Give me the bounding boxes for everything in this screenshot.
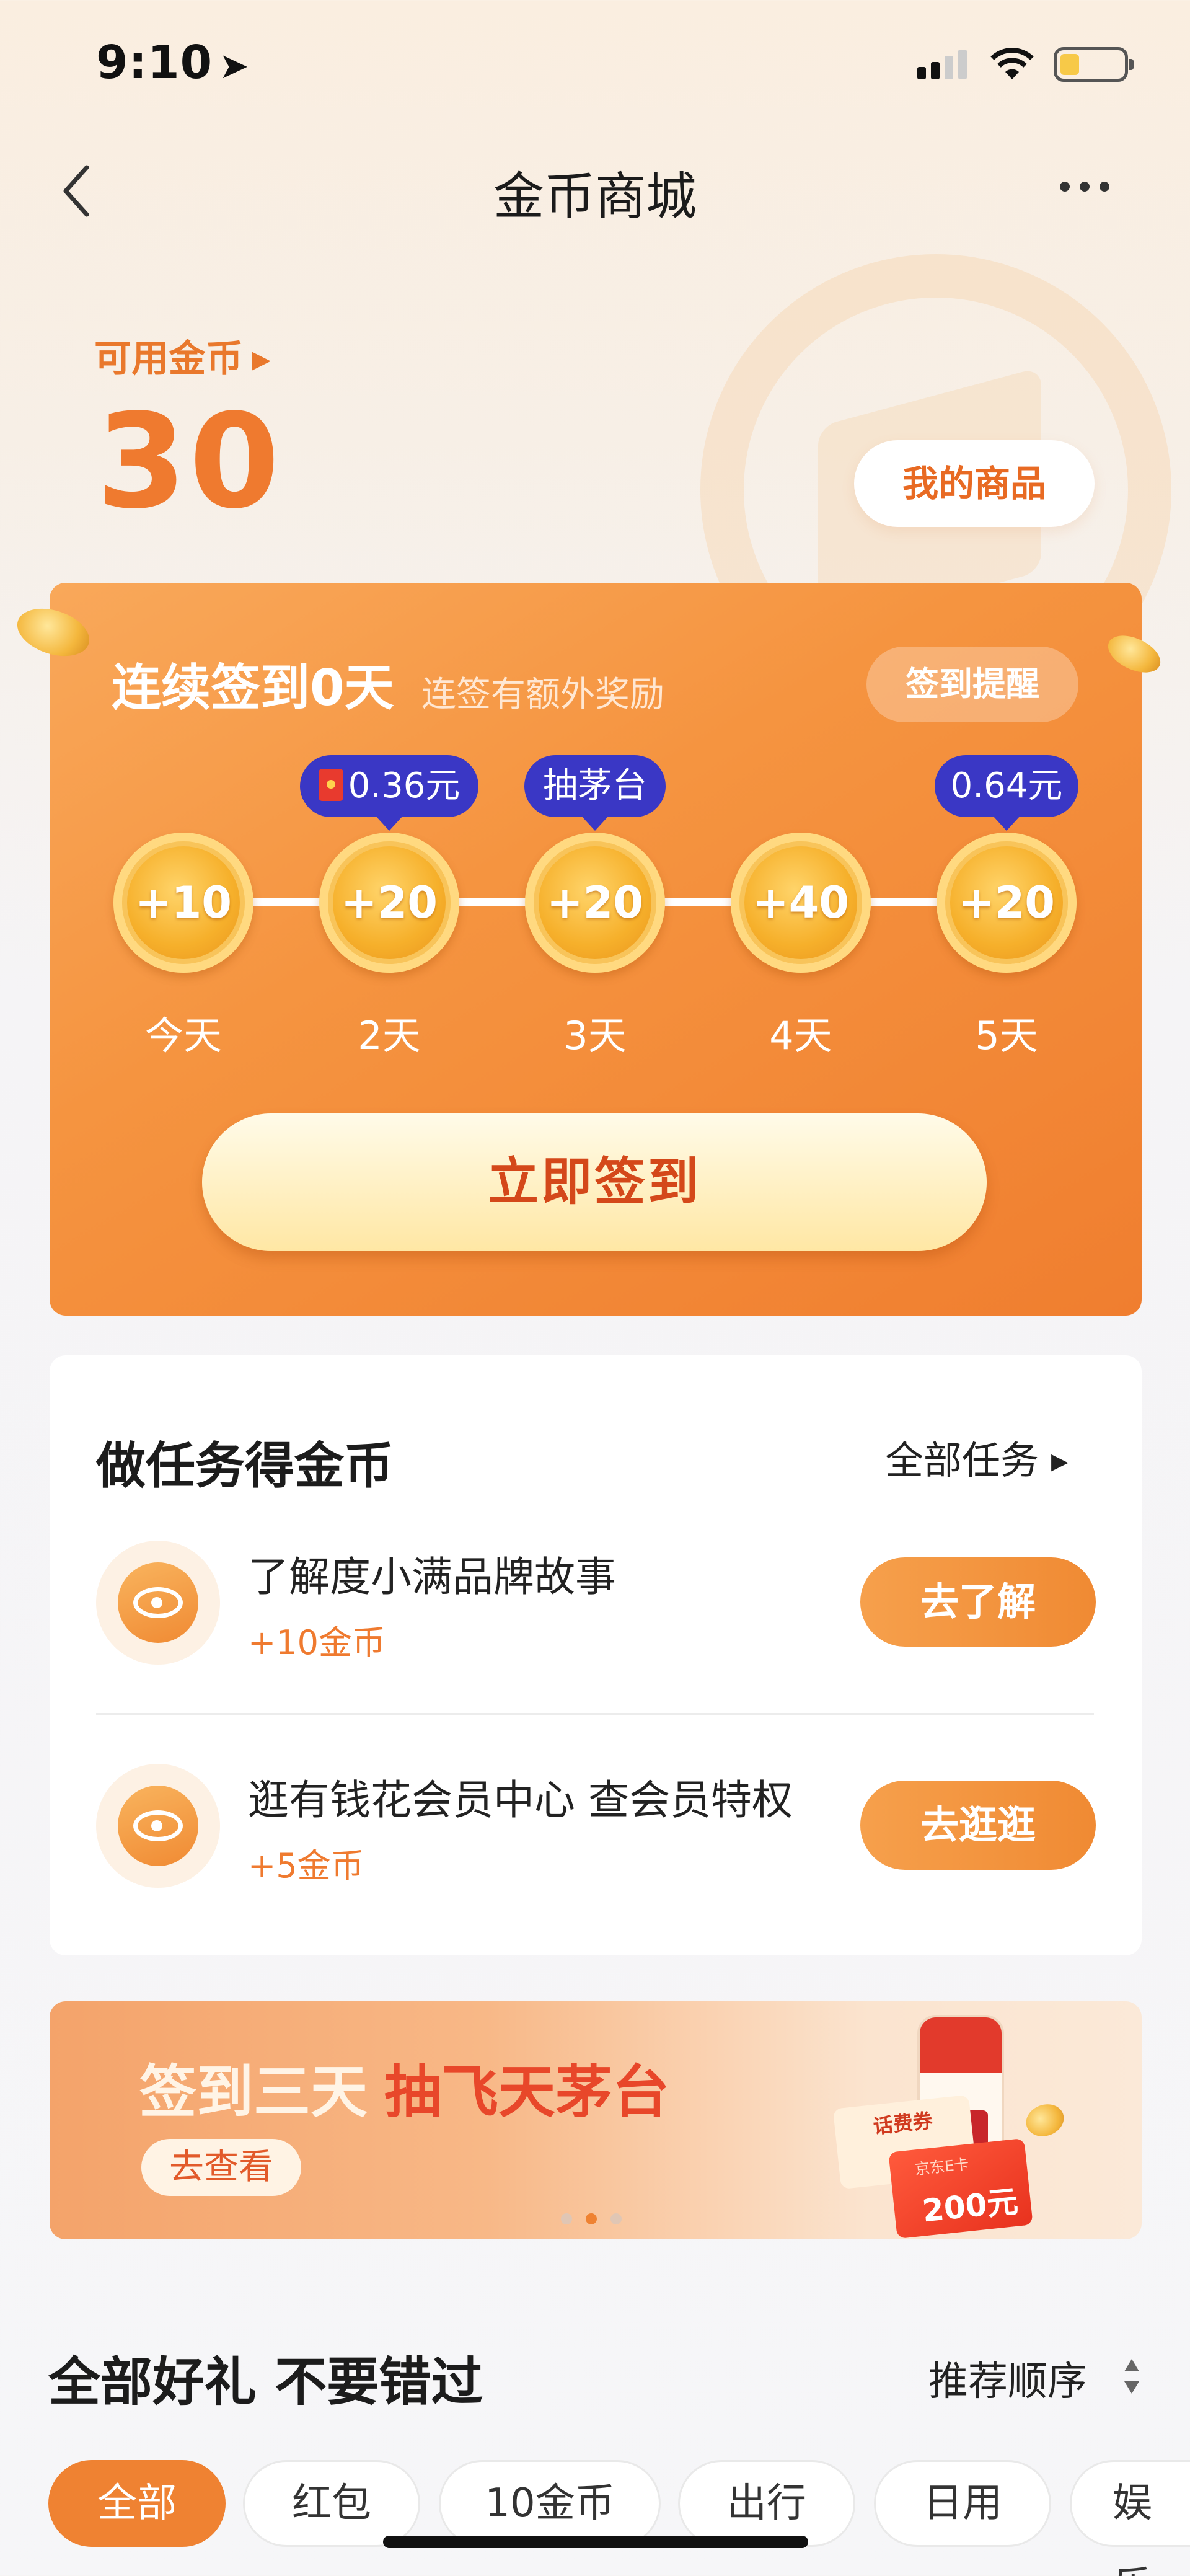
status-time: 9:10 ➤	[96, 36, 250, 89]
triangle-right-icon: ▶	[1051, 1449, 1069, 1474]
day-label: 4天	[769, 1013, 832, 1058]
category-chip-red-packet[interactable]: 红包	[243, 2460, 420, 2547]
eye-icon	[133, 1810, 183, 1841]
task-section-title: 做任务得金币	[96, 1437, 394, 1495]
location-arrow-icon: ➤	[219, 45, 250, 87]
category-chip-10-coins[interactable]: 10金币	[439, 2460, 661, 2547]
coin-balance: 30	[96, 386, 283, 538]
checkin-subtitle: 连签有额外奖励	[421, 675, 664, 715]
triangle-right-icon: ▶	[252, 345, 271, 374]
task-icon	[96, 1764, 220, 1888]
task-button-browse[interactable]: 去逛逛	[860, 1781, 1096, 1870]
category-chip-entertainment[interactable]: 娱乐	[1070, 2460, 1190, 2576]
task-icon	[96, 1541, 220, 1665]
sort-icon[interactable]	[1123, 2359, 1142, 2394]
banner-highlight: 抽飞天茅台	[384, 2059, 670, 2125]
gifts-section-title: 全部好礼 不要错过	[48, 2352, 483, 2412]
home-indicator	[383, 2536, 808, 2548]
red-packet-icon	[318, 769, 343, 801]
task-reward: +5金币	[248, 1846, 364, 1885]
reward-bubble: 0.64元	[935, 755, 1078, 831]
checkin-reminder-button[interactable]: 签到提醒	[866, 647, 1078, 722]
eye-icon	[133, 1587, 183, 1618]
day-coin: +40	[731, 833, 871, 973]
day-coin: +10	[113, 833, 253, 973]
banner-pagination	[561, 2213, 629, 2226]
all-tasks-link[interactable]: 全部任务 ▶	[885, 1429, 1069, 1485]
battery-icon	[1054, 47, 1134, 82]
banner-title: 签到三天	[139, 2059, 368, 2125]
available-coins-link[interactable]: 可用金币 ▶	[94, 329, 271, 383]
category-chip-all[interactable]: 全部	[48, 2460, 226, 2547]
day-coin: +20	[937, 833, 1077, 973]
day-label: 5天	[975, 1013, 1038, 1058]
task-name: 逛有钱花会员中心 查会员特权	[248, 1776, 793, 1824]
reward-bubble: 0.36元	[300, 755, 478, 831]
page-title: 金币商城	[493, 167, 697, 226]
cellular-signal-icon	[917, 50, 968, 79]
day-label: 2天	[358, 1013, 421, 1058]
checkin-streak-title: 连续签到0天	[112, 659, 394, 717]
task-reward: +10金币	[248, 1623, 386, 1662]
day-label: 3天	[563, 1013, 627, 1058]
task-divider	[96, 1713, 1094, 1715]
task-name: 了解度小满品牌故事	[248, 1553, 616, 1601]
day-coin: +20	[319, 833, 459, 973]
category-chip-daily[interactable]: 日用	[874, 2460, 1051, 2547]
wifi-icon	[990, 48, 1034, 79]
day-coin: +20	[525, 833, 665, 973]
sort-dropdown[interactable]: 推荐顺序	[928, 2350, 1087, 2407]
checkin-button[interactable]: 立即签到	[202, 1113, 987, 1251]
reward-bubble: 抽茅台	[524, 755, 666, 831]
banner-view-button[interactable]: 去查看	[141, 2139, 301, 2196]
day-label: 今天	[144, 1013, 222, 1058]
my-goods-button[interactable]: 我的商品	[854, 440, 1095, 527]
gift-card-image: 京东E卡 200元	[888, 2138, 1033, 2239]
more-icon[interactable]	[1060, 182, 1109, 194]
category-chip-travel[interactable]: 出行	[678, 2460, 855, 2547]
task-button-learn[interactable]: 去了解	[860, 1557, 1096, 1647]
